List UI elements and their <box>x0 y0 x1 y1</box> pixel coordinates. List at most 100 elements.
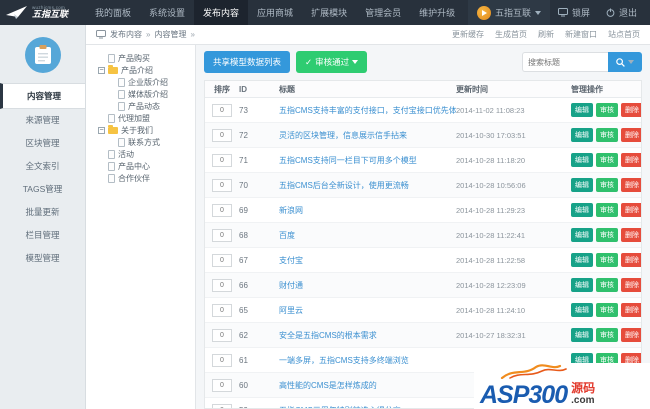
edit-button[interactable]: 编辑 <box>571 128 593 142</box>
article-title-link[interactable]: 财付通 <box>279 281 303 290</box>
delete-button[interactable]: 删除 <box>621 303 642 317</box>
quicklink[interactable]: 更新缓存 <box>452 29 484 40</box>
tree-node[interactable]: −产品介绍 <box>98 64 195 76</box>
delete-button[interactable]: 删除 <box>621 153 642 167</box>
sort-order-input[interactable] <box>212 379 232 392</box>
edit-button[interactable]: 编辑 <box>571 253 593 267</box>
edit-button[interactable]: 编辑 <box>571 278 593 292</box>
top-nav-item[interactable]: 扩展模块 <box>302 0 356 25</box>
search-button[interactable] <box>608 52 642 72</box>
tree-collapse-icon[interactable]: − <box>98 67 105 74</box>
quicklink[interactable]: 刷新 <box>538 29 554 40</box>
review-button[interactable]: 审核 <box>596 103 618 117</box>
article-title-link[interactable]: 五指CMS支持同一栏目下可用多个模型 <box>279 156 417 165</box>
tree-node[interactable]: 活动 <box>98 148 195 160</box>
sort-order-input[interactable] <box>212 254 232 267</box>
sort-order-input[interactable] <box>212 229 232 242</box>
tree-node[interactable]: 产品购买 <box>98 52 195 64</box>
review-button[interactable]: 审核 <box>596 153 618 167</box>
sidebar-item[interactable]: 栏目管理 <box>0 224 85 247</box>
breadcrumb-link[interactable]: 发布内容 <box>110 29 142 40</box>
edit-button[interactable]: 编辑 <box>571 203 593 217</box>
sort-order-input[interactable] <box>212 404 232 409</box>
sort-order-input[interactable] <box>212 129 232 142</box>
article-title-link[interactable]: 一端多屏，五指CMS支持多终端浏览 <box>279 356 409 365</box>
sidebar-item[interactable]: 来源管理 <box>0 109 85 132</box>
sort-order-input[interactable] <box>212 279 232 292</box>
breadcrumb-link[interactable]: 内容管理 <box>154 29 186 40</box>
sidebar-item[interactable]: 内容管理 <box>0 83 85 109</box>
search-input[interactable] <box>522 52 608 72</box>
tree-node[interactable]: −关于我们 <box>98 124 195 136</box>
review-button[interactable]: 审核 <box>596 228 618 242</box>
sort-order-input[interactable] <box>212 104 232 117</box>
tree-node[interactable]: 产品中心 <box>98 160 195 172</box>
article-title-link[interactable]: 阿里云 <box>279 306 303 315</box>
top-nav-item[interactable]: 维护升级 <box>410 0 464 25</box>
article-title-link[interactable]: 支付宝 <box>279 256 303 265</box>
article-title-link[interactable]: 灵活的区块管理，信息展示信手拈来 <box>279 131 407 140</box>
lock-screen-button[interactable]: 锁屏 <box>550 0 598 25</box>
review-button[interactable]: 审核 <box>596 178 618 192</box>
sidebar-item[interactable]: TAGS管理 <box>0 178 85 201</box>
sidebar-item[interactable]: 批量更新 <box>0 201 85 224</box>
delete-button[interactable]: 删除 <box>621 128 642 142</box>
review-button[interactable]: 审核 <box>596 203 618 217</box>
review-button[interactable]: 审核 <box>596 303 618 317</box>
quicklink[interactable]: 站点首页 <box>608 29 640 40</box>
edit-button[interactable]: 编辑 <box>571 153 593 167</box>
approve-button[interactable]: ✓ 审核通过 <box>296 51 367 73</box>
row-updated-time: 2014-10-28 12:23:09 <box>456 281 526 290</box>
shared-model-list-button[interactable]: 共享模型数据列表 <box>204 51 290 73</box>
article-title-link[interactable]: 五指CMS后台全新设计，使用更流畅 <box>279 181 409 190</box>
article-title-link[interactable]: 高性能的CMS是怎样炼成的 <box>279 381 377 390</box>
sort-order-input[interactable] <box>212 329 232 342</box>
tree-node[interactable]: 合作伙伴 <box>98 172 195 184</box>
sidebar-item[interactable]: 全文索引 <box>0 155 85 178</box>
tree-node[interactable]: 企业版介绍 <box>98 76 195 88</box>
top-nav-item[interactable]: 应用商城 <box>248 0 302 25</box>
sidebar-item[interactable]: 区块管理 <box>0 132 85 155</box>
quicklink[interactable]: 生成首页 <box>495 29 527 40</box>
delete-button[interactable]: 删除 <box>621 203 642 217</box>
delete-button[interactable]: 删除 <box>621 328 642 342</box>
article-title-link[interactable]: 百度 <box>279 231 295 240</box>
top-nav-item[interactable]: 我的面板 <box>86 0 140 25</box>
article-title-link[interactable]: 五指CMS三周年特别精选心得分享 <box>279 406 401 409</box>
tree-collapse-icon[interactable]: − <box>98 127 105 134</box>
sort-order-input[interactable] <box>212 304 232 317</box>
top-nav-item[interactable]: 发布内容 <box>194 0 248 25</box>
article-title-link[interactable]: 五指CMS支持丰富的支付接口，支付宝接口优先体验 <box>279 106 456 115</box>
delete-button[interactable]: 删除 <box>621 278 642 292</box>
sort-order-input[interactable] <box>212 204 232 217</box>
edit-button[interactable]: 编辑 <box>571 178 593 192</box>
delete-button[interactable]: 删除 <box>621 253 642 267</box>
logout-button[interactable]: 退出 <box>598 0 645 25</box>
tree-node[interactable]: 联系方式 <box>98 136 195 148</box>
sort-order-input[interactable] <box>212 179 232 192</box>
edit-button[interactable]: 编辑 <box>571 303 593 317</box>
review-button[interactable]: 审核 <box>596 253 618 267</box>
quicklink[interactable]: 新建窗口 <box>565 29 597 40</box>
delete-button[interactable]: 删除 <box>621 228 642 242</box>
delete-button[interactable]: 删除 <box>621 178 642 192</box>
delete-button[interactable]: 删除 <box>621 103 642 117</box>
edit-button[interactable]: 编辑 <box>571 103 593 117</box>
sidebar-item[interactable]: 模型管理 <box>0 247 85 270</box>
tree-node[interactable]: 产品动态 <box>98 100 195 112</box>
review-button[interactable]: 审核 <box>596 278 618 292</box>
article-title-link[interactable]: 新浪网 <box>279 206 303 215</box>
edit-button[interactable]: 编辑 <box>571 228 593 242</box>
review-button[interactable]: 审核 <box>596 128 618 142</box>
sort-order-input[interactable] <box>212 354 232 367</box>
review-button[interactable]: 审核 <box>596 328 618 342</box>
sort-order-input[interactable] <box>212 154 232 167</box>
user-menu[interactable]: 五指互联 <box>468 0 550 25</box>
article-title-link[interactable]: 安全是五指CMS的根本需求 <box>279 331 377 340</box>
tree-node[interactable]: 代理加盟 <box>98 112 195 124</box>
top-nav-item[interactable]: 系统设置 <box>140 0 194 25</box>
tree-node[interactable]: 媒体版介绍 <box>98 88 195 100</box>
top-nav-item[interactable]: 管理会员 <box>356 0 410 25</box>
page-icon <box>108 162 115 171</box>
edit-button[interactable]: 编辑 <box>571 328 593 342</box>
